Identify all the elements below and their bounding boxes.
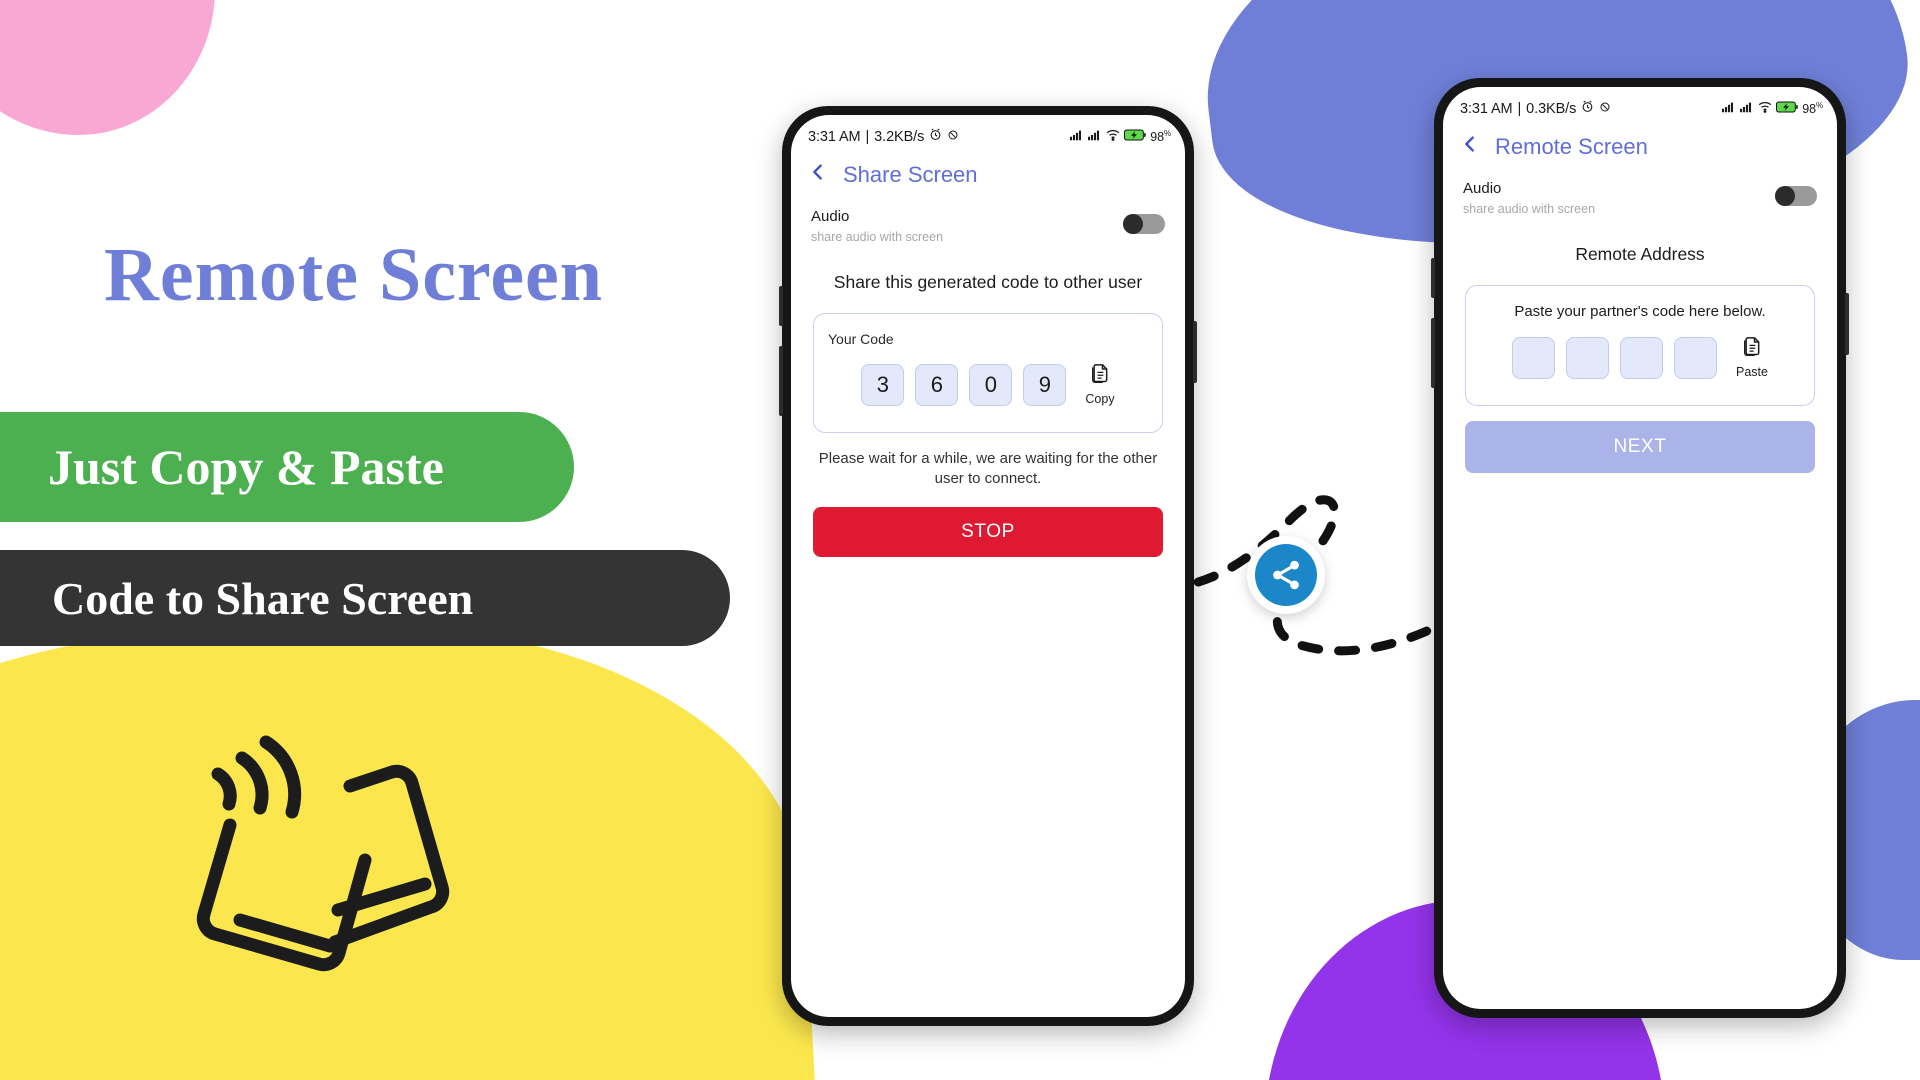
audio-setting-row[interactable]: Audio share audio with screen (791, 198, 1185, 244)
status-bar-left: 3:31 AM | 3.2KB/s (808, 128, 959, 145)
phone-power-button (1193, 321, 1197, 383)
paste-code-button[interactable]: Paste (1736, 336, 1768, 379)
signal-bars-icon (1722, 101, 1736, 117)
promo-banner: Remote Screen Just Copy & Paste Code to … (0, 0, 1920, 1080)
audio-label: Audio (1463, 180, 1502, 197)
code-digit-1[interactable]: 3 (861, 363, 905, 406)
phone-power-button (1845, 293, 1849, 355)
status-data-rate: 3.2KB/s (874, 128, 925, 145)
phone-mockup-remote-screen: 3:31 AM | 0.3KB/s 98% Remote Screen Audi… (1431, 78, 1849, 1018)
remote-section-title: Remote Address (1575, 244, 1705, 264)
waiting-status-text: Please wait for a while, we are waiting … (818, 450, 1158, 488)
code-digit-2[interactable]: 6 (915, 363, 959, 406)
status-data-rate: 0.3KB/s (1526, 100, 1577, 117)
code-digits-row: 3 6 0 9 Copy (828, 363, 1148, 406)
phone-screen-remote: 3:31 AM | 0.3KB/s 98% Remote Screen Audi… (1443, 87, 1837, 1009)
battery-percent: 98% (1802, 100, 1823, 117)
wifi-icon (1758, 101, 1772, 117)
tagline-code-share: Code to Share Screen (0, 550, 730, 646)
battery-charging-icon (1124, 128, 1146, 145)
decorative-blob-pink (0, 0, 215, 135)
signal-bars-icon (1070, 129, 1084, 145)
battery-percent: 98% (1150, 128, 1171, 145)
audio-toggle[interactable] (1775, 186, 1817, 206)
battery-charging-icon (1776, 100, 1798, 117)
audio-setting-text: Audio share audio with screen (811, 208, 943, 244)
status-time: 3:31 AM (808, 128, 861, 145)
remote-address-card: Paste your partner's code here below. Pa… (1465, 285, 1815, 406)
phone-side-button (1431, 318, 1435, 388)
audio-setting-row[interactable]: Audio share audio with screen (1443, 170, 1837, 216)
audio-toggle[interactable] (1123, 214, 1165, 234)
remote-code-digit-2[interactable] (1566, 336, 1610, 379)
signal-bars-icon (1088, 129, 1102, 145)
copy-code-button[interactable]: Copy (1085, 363, 1115, 406)
app-bar-remote: Remote Screen (1443, 121, 1837, 170)
status-bar-right: 98% (1070, 129, 1171, 145)
share-badge (1247, 536, 1325, 614)
status-bar-right: 98% (1722, 101, 1823, 117)
code-digit-4[interactable]: 9 (1023, 363, 1067, 406)
your-code-label: Your Code (828, 331, 894, 347)
do-not-disturb-icon (1599, 101, 1611, 117)
phone-side-button (779, 286, 783, 326)
do-not-disturb-icon (947, 129, 959, 145)
share-section-title: Share this generated code to other user (833, 272, 1143, 292)
status-bar-left: 3:31 AM | 0.3KB/s (1460, 100, 1611, 117)
paste-label: Paste (1736, 365, 1768, 379)
app-bar-share: Share Screen (791, 149, 1185, 198)
tagline-copy-paste: Just Copy & Paste (0, 412, 574, 522)
your-code-card: Your Code 3 6 0 9 Copy (813, 313, 1163, 433)
remote-code-digit-1[interactable] (1512, 336, 1556, 379)
tagline-code-share-label: Code to Share Screen (52, 572, 474, 624)
status-separator: | (865, 128, 870, 145)
status-separator: | (1517, 100, 1522, 117)
app-bar-title: Remote Screen (1495, 133, 1648, 159)
alarm-clock-icon (929, 128, 942, 145)
status-bar: 3:31 AM | 3.2KB/s 98% (791, 115, 1185, 149)
chevron-left-icon[interactable] (1459, 131, 1481, 162)
status-bar: 3:31 AM | 0.3KB/s 98% (1443, 87, 1837, 121)
audio-subtitle: share audio with screen (811, 230, 944, 244)
paste-icon (1742, 336, 1762, 363)
app-bar-title: Share Screen (843, 161, 978, 187)
audio-label: Audio (811, 208, 850, 225)
wifi-icon (1106, 129, 1120, 145)
audio-subtitle: share audio with screen (1463, 202, 1596, 216)
code-digit-3[interactable]: 0 (969, 363, 1013, 406)
next-button[interactable]: NEXT (1465, 421, 1815, 473)
alarm-clock-icon (1581, 100, 1594, 117)
phone-mockup-share-screen: 3:31 AM | 3.2KB/s 98% Share Screen Audio… (779, 106, 1197, 1026)
remote-code-digits-row: Paste (1480, 336, 1800, 379)
share-nodes-icon (1255, 544, 1317, 606)
remote-code-digit-3[interactable] (1620, 336, 1664, 379)
phone-side-button (1431, 258, 1435, 298)
copy-label: Copy (1085, 392, 1115, 406)
audio-setting-text: Audio share audio with screen (1463, 180, 1595, 216)
copy-icon (1090, 363, 1110, 390)
remote-code-digit-4[interactable] (1674, 336, 1718, 379)
two-phones-wireless-icon (170, 720, 470, 1015)
paste-instruction-label: Paste your partner's code here below. (1514, 303, 1766, 320)
stop-button[interactable]: STOP (813, 506, 1163, 557)
page-title: Remote Screen (104, 233, 604, 317)
chevron-left-icon[interactable] (807, 159, 829, 190)
phone-side-button (779, 346, 783, 416)
status-time: 3:31 AM (1460, 100, 1513, 117)
tagline-copy-paste-label: Just Copy & Paste (48, 439, 444, 495)
phone-screen-share: 3:31 AM | 3.2KB/s 98% Share Screen Audio… (791, 115, 1185, 1017)
signal-bars-icon (1740, 101, 1754, 117)
